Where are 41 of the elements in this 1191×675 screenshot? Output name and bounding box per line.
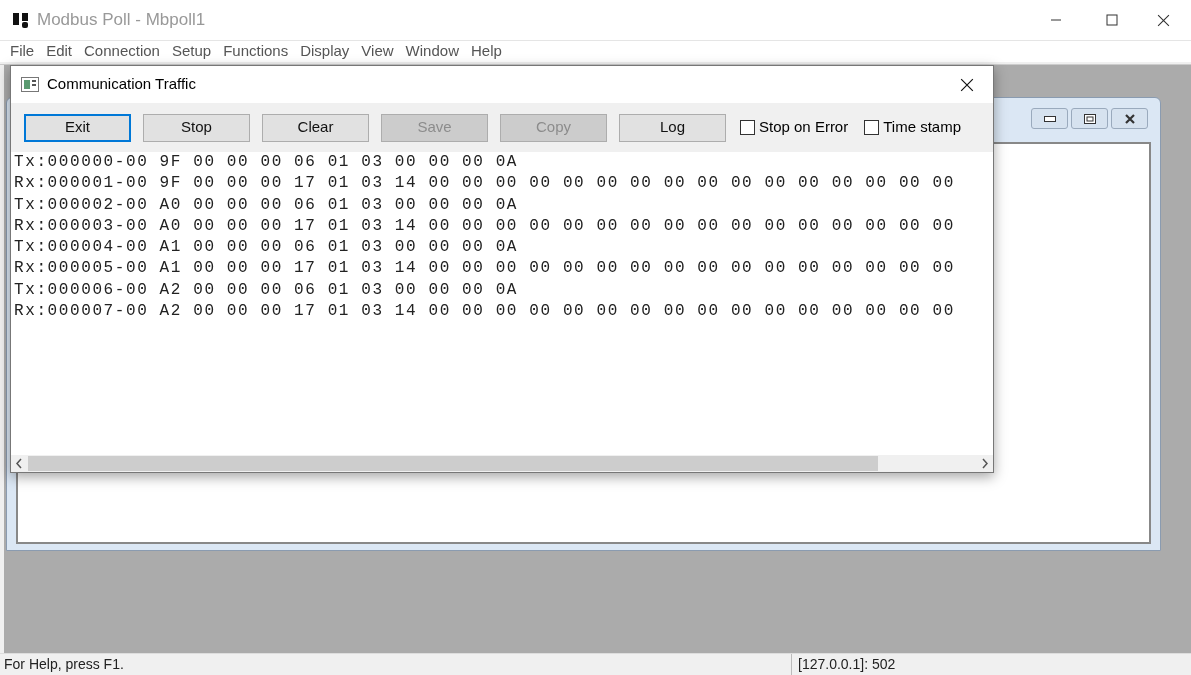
menu-item[interactable]: Edit [40,40,79,63]
menu-item[interactable]: File [4,40,41,63]
menu-item[interactable]: Window [399,40,465,63]
dialog-button[interactable]: Clear [262,113,369,142]
dialog-button[interactable]: Stop [143,113,250,142]
traffic-line: Rx:000005-00 A1 00 00 00 17 01 03 14 00 00 00 00 00 00 00 00 00 00 00 00 00 00 00 00 [14,258,955,280]
close-button[interactable] [1111,108,1148,129]
menu-item[interactable]: Display [294,40,356,63]
traffic-line: Tx:000000-00 9F 00 00 00 06 01 03 00 00 00 0A [14,152,519,173]
status-connection: [127.0.0.1]: 502 [791,654,1191,675]
dialog-button[interactable]: Log [619,113,726,142]
menu-item[interactable]: Help [464,40,508,63]
traffic-line: Rx:000007-00 A2 00 00 00 17 01 03 14 00 00 00 00 00 00 00 00 00 00 00 00 00 00 00 00 [14,301,955,323]
traffic-line: Rx:000001-00 9F 00 00 00 17 01 03 14 00 00 00 00 00 00 00 00 00 00 00 00 00 00 00 00 [14,173,955,195]
window-icon [21,77,39,92]
menu-item[interactable]: Connection [78,40,166,63]
checkbox-label: Time stamp [883,117,961,138]
traffic-line: Tx:000006-00 A2 00 00 00 06 01 03 00 00 00 0A [14,279,519,301]
traffic-line: Rx:000003-00 A0 00 00 00 17 01 03 14 00 00 00 00 00 00 00 00 00 00 00 00 00 00 00 00 [14,215,955,237]
maximize-icon[interactable] [1106,14,1118,26]
dialog-button[interactable]: Exit [24,113,131,142]
checkbox[interactable] [864,120,880,135]
scrollbar-thumb[interactable] [28,456,878,471]
status-help: For Help, press F1. [3,655,125,674]
menu-item[interactable]: Setup [165,40,218,63]
menu-item[interactable]: View [355,40,400,63]
close-icon[interactable] [1156,13,1170,27]
close-icon[interactable] [1123,113,1136,124]
app-icon [11,10,31,30]
traffic-line: Tx:000004-00 A1 00 00 00 06 01 03 00 00 00 0A [14,237,519,259]
checkbox[interactable] [740,120,755,135]
checkbox-label: Stop on Error [759,117,849,138]
window-title: Modbus Poll - Mbpoll1 [37,9,206,32]
minimize-button[interactable] [1031,108,1068,129]
dialog-title: Communication Traffic [47,74,196,95]
menu-item[interactable]: Functions [217,40,295,63]
restore-icon[interactable] [1083,113,1096,124]
traffic-line: Tx:000002-00 A0 00 00 00 06 01 03 00 00 00 0A [14,194,519,216]
minimize-icon[interactable] [1043,115,1056,122]
horizontal-scrollbar[interactable] [11,455,993,472]
restore-button[interactable] [1071,108,1108,129]
